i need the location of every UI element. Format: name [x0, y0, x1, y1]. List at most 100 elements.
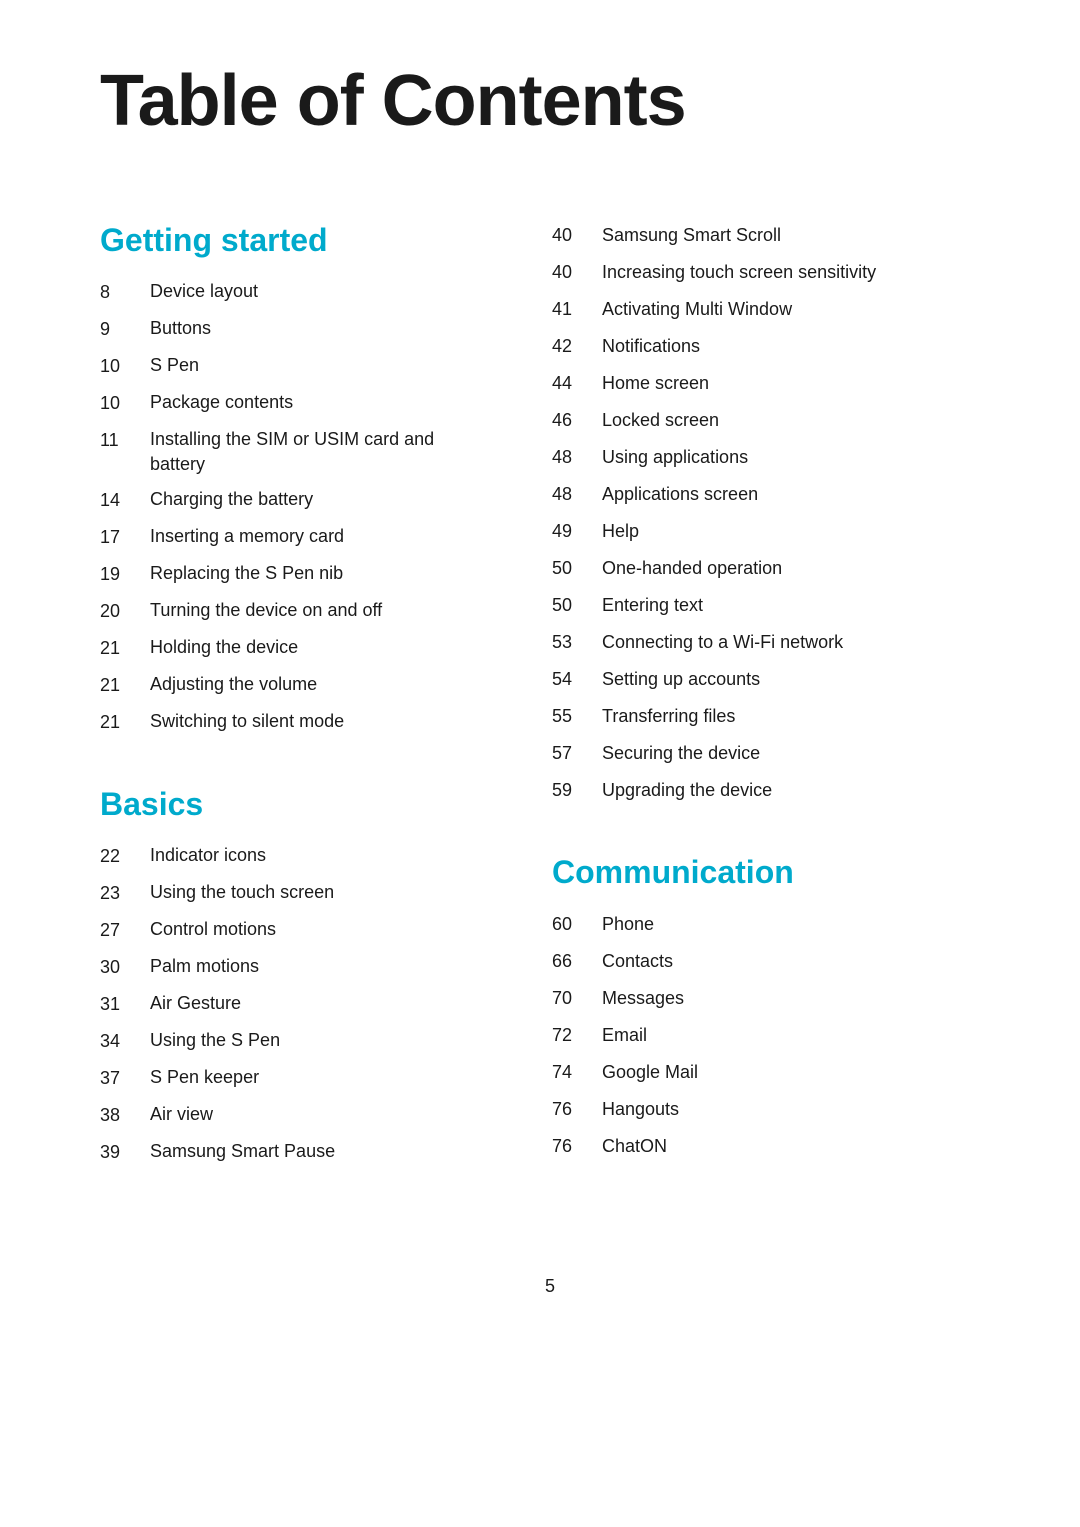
- toc-item[interactable]: 10Package contents: [100, 390, 492, 417]
- toc-item[interactable]: 14Charging the battery: [100, 487, 492, 514]
- toc-item[interactable]: 38Air view: [100, 1102, 492, 1129]
- toc-page-num: 19: [100, 561, 150, 588]
- right-continuation-section: 40Samsung Smart Scroll 40Increasing touch…: [552, 222, 1000, 804]
- toc-item[interactable]: 42Notifications: [552, 333, 1000, 360]
- toc-label: Increasing touch screen sensitivity: [602, 259, 876, 286]
- toc-item[interactable]: 59Upgrading the device: [552, 777, 1000, 804]
- toc-label: Connecting to a Wi-Fi network: [602, 629, 843, 656]
- toc-page-num: 57: [552, 740, 602, 767]
- toc-page-num: 21: [100, 672, 150, 699]
- toc-page-num: 21: [100, 635, 150, 662]
- toc-label: Phone: [602, 911, 654, 938]
- toc-item[interactable]: 72Email: [552, 1022, 1000, 1049]
- toc-label: Securing the device: [602, 740, 760, 767]
- toc-item[interactable]: 17Inserting a memory card: [100, 524, 492, 551]
- toc-item[interactable]: 21Switching to silent mode: [100, 709, 492, 736]
- toc-label: Google Mail: [602, 1059, 698, 1086]
- toc-item[interactable]: 21Holding the device: [100, 635, 492, 662]
- toc-label: Installing the SIM or USIM card and batt…: [150, 427, 492, 477]
- toc-page-num: 50: [552, 592, 602, 619]
- toc-item[interactable]: 76ChatON: [552, 1133, 1000, 1160]
- toc-label: Inserting a memory card: [150, 524, 344, 549]
- toc-item[interactable]: 48Applications screen: [552, 481, 1000, 508]
- toc-item[interactable]: 8Device layout: [100, 279, 492, 306]
- toc-page-num: 39: [100, 1139, 150, 1166]
- page-title: Table of Contents: [100, 60, 1000, 142]
- toc-item[interactable]: 74Google Mail: [552, 1059, 1000, 1086]
- toc-item[interactable]: 10S Pen: [100, 353, 492, 380]
- toc-item[interactable]: 57Securing the device: [552, 740, 1000, 767]
- toc-item[interactable]: 11Installing the SIM or USIM card and ba…: [100, 427, 492, 477]
- toc-item[interactable]: 30Palm motions: [100, 954, 492, 981]
- toc-page-num: 17: [100, 524, 150, 551]
- toc-label: ChatON: [602, 1133, 667, 1160]
- toc-page-num: 10: [100, 390, 150, 417]
- toc-label: S Pen: [150, 353, 199, 378]
- communication-list: 60Phone 66Contacts 70Messages 72Email 74Goog…: [552, 911, 1000, 1160]
- toc-item[interactable]: 50Entering text: [552, 592, 1000, 619]
- getting-started-section: Getting started 8Device layout 9Buttons 10…: [100, 222, 492, 736]
- toc-label: Replacing the S Pen nib: [150, 561, 343, 586]
- toc-label: Using applications: [602, 444, 748, 471]
- toc-item[interactable]: 46Locked screen: [552, 407, 1000, 434]
- toc-label: Buttons: [150, 316, 211, 341]
- toc-page-num: 74: [552, 1059, 602, 1086]
- toc-item[interactable]: 21Adjusting the volume: [100, 672, 492, 699]
- toc-page-num: 22: [100, 843, 150, 870]
- toc-item[interactable]: 40Samsung Smart Scroll: [552, 222, 1000, 249]
- toc-item[interactable]: 22Indicator icons: [100, 843, 492, 870]
- toc-page-num: 50: [552, 555, 602, 582]
- toc-label: Samsung Smart Pause: [150, 1139, 335, 1164]
- toc-item[interactable]: 27Control motions: [100, 917, 492, 944]
- right-column: 40Samsung Smart Scroll 40Increasing touch…: [532, 222, 1000, 1216]
- toc-page-num: 23: [100, 880, 150, 907]
- toc-page-num: 72: [552, 1022, 602, 1049]
- toc-item[interactable]: 53Connecting to a Wi-Fi network: [552, 629, 1000, 656]
- toc-label: Hangouts: [602, 1096, 679, 1123]
- toc-item[interactable]: 40Increasing touch screen sensitivity: [552, 259, 1000, 286]
- toc-item[interactable]: 44Home screen: [552, 370, 1000, 397]
- page-footer: 5: [100, 1276, 1000, 1297]
- toc-label: Air view: [150, 1102, 213, 1127]
- toc-label: Control motions: [150, 917, 276, 942]
- toc-label: Indicator icons: [150, 843, 266, 868]
- basics-list: 22Indicator icons23Using the touch scree…: [100, 843, 492, 1166]
- toc-item[interactable]: 34Using the S Pen: [100, 1028, 492, 1055]
- toc-label: Transferring files: [602, 703, 735, 730]
- right-continuation-list: 40Samsung Smart Scroll 40Increasing touch…: [552, 222, 1000, 804]
- toc-item[interactable]: 9Buttons: [100, 316, 492, 343]
- toc-page-num: 66: [552, 948, 602, 975]
- communication-heading: Communication: [552, 854, 1000, 891]
- toc-page-num: 40: [552, 259, 602, 286]
- toc-label: Using the touch screen: [150, 880, 334, 905]
- getting-started-heading: Getting started: [100, 222, 492, 259]
- toc-page-num: 53: [552, 629, 602, 656]
- toc-item[interactable]: 19Replacing the S Pen nib: [100, 561, 492, 588]
- toc-item[interactable]: 50One-handed operation: [552, 555, 1000, 582]
- toc-item[interactable]: 48Using applications: [552, 444, 1000, 471]
- toc-item[interactable]: 60Phone: [552, 911, 1000, 938]
- basics-section: Basics 22Indicator icons23Using the touc…: [100, 786, 492, 1166]
- toc-label: Turning the device on and off: [150, 598, 382, 623]
- footer-page-number: 5: [545, 1276, 555, 1296]
- toc-page-num: 21: [100, 709, 150, 736]
- toc-item[interactable]: 37S Pen keeper: [100, 1065, 492, 1092]
- toc-item[interactable]: 31Air Gesture: [100, 991, 492, 1018]
- toc-item[interactable]: 49Help: [552, 518, 1000, 545]
- toc-item[interactable]: 54Setting up accounts: [552, 666, 1000, 693]
- toc-page-num: 76: [552, 1096, 602, 1123]
- toc-item[interactable]: 70Messages: [552, 985, 1000, 1012]
- toc-page-num: 48: [552, 444, 602, 471]
- toc-item[interactable]: 76Hangouts: [552, 1096, 1000, 1123]
- toc-label: Air Gesture: [150, 991, 241, 1016]
- toc-item[interactable]: 41Activating Multi Window: [552, 296, 1000, 323]
- toc-item[interactable]: 39Samsung Smart Pause: [100, 1139, 492, 1166]
- toc-item[interactable]: 23Using the touch screen: [100, 880, 492, 907]
- toc-page-num: 30: [100, 954, 150, 981]
- toc-label: Setting up accounts: [602, 666, 760, 693]
- toc-item[interactable]: 66Contacts: [552, 948, 1000, 975]
- toc-item[interactable]: 55Transferring files: [552, 703, 1000, 730]
- toc-page-num: 41: [552, 296, 602, 323]
- toc-item[interactable]: 20Turning the device on and off: [100, 598, 492, 625]
- toc-label: Palm motions: [150, 954, 259, 979]
